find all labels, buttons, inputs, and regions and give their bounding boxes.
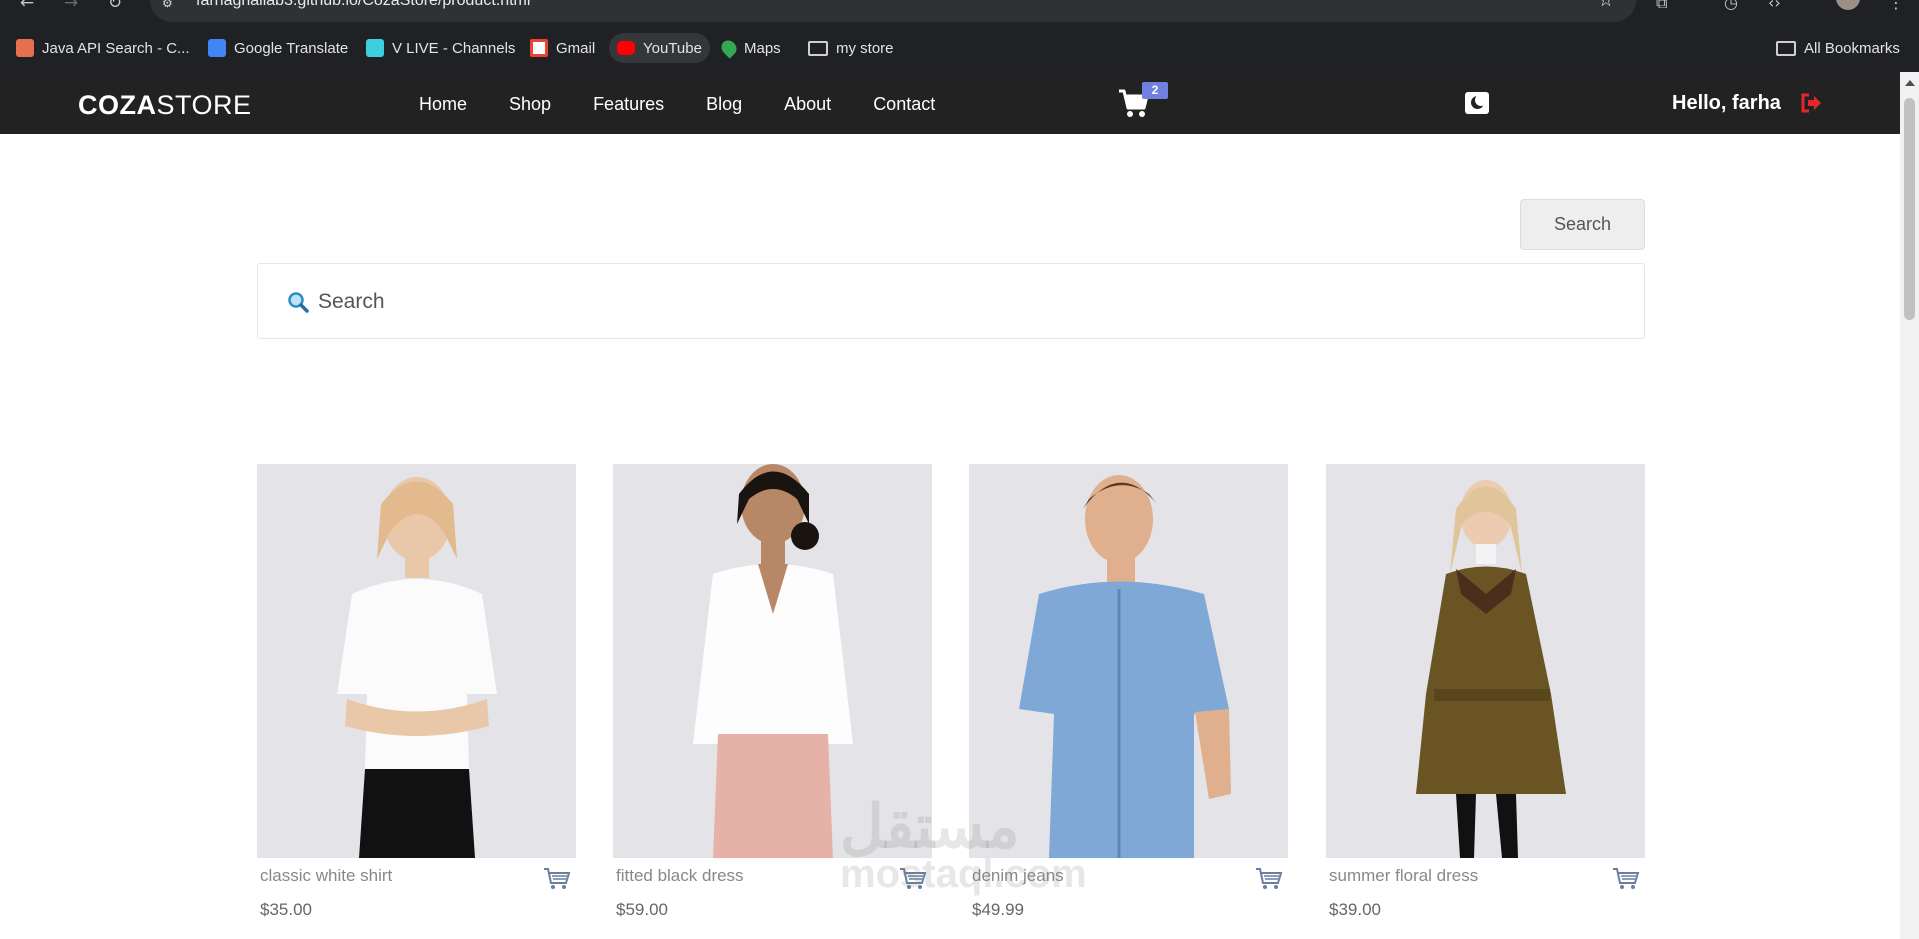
reload-icon[interactable]: ↻ <box>102 0 128 14</box>
bookmark-gmail[interactable]: Gmail <box>522 33 603 63</box>
cart-count-badge: 2 <box>1142 82 1168 99</box>
logo-rest-text: STORE <box>156 90 252 120</box>
search-input[interactable] <box>318 282 1618 322</box>
add-to-cart-icon[interactable] <box>899 867 927 891</box>
bookmark-vlive[interactable]: V LIVE - Channels <box>358 33 523 63</box>
search-icon <box>288 292 309 313</box>
scroll-up-arrow-icon[interactable] <box>1905 80 1915 86</box>
all-bookmarks[interactable]: All Bookmarks <box>1768 33 1908 63</box>
add-to-cart-icon[interactable] <box>1612 867 1640 891</box>
bookmark-maps[interactable]: Maps <box>714 33 789 63</box>
product-card[interactable]: summer floral dress $39.00 <box>1326 464 1645 919</box>
dark-mode-toggle-icon[interactable] <box>1465 92 1489 114</box>
profile-avatar[interactable] <box>1836 0 1860 10</box>
devtools-icon[interactable]: ‹› <box>1768 0 1781 11</box>
bookmark-my-store[interactable]: my store <box>800 33 902 63</box>
folder-icon <box>808 40 828 56</box>
history-icon[interactable]: ◷ <box>1724 0 1738 11</box>
product-price: $39.00 <box>1329 900 1381 919</box>
site-logo[interactable]: COZASTORE <box>78 90 252 121</box>
bookmark-label: Maps <box>744 39 781 57</box>
nav-home[interactable]: Home <box>419 94 467 115</box>
extensions-icon[interactable]: ⧉ <box>1656 0 1667 11</box>
bookmark-label: my store <box>836 39 894 57</box>
browser-toolbar: ← → ↻ ⚙ farhaghallab3.github.io/CozaStor… <box>0 0 1919 24</box>
product-photo-white-shirt <box>257 464 576 858</box>
product-price: $35.00 <box>260 900 312 919</box>
logout-icon[interactable] <box>1800 93 1822 113</box>
translate-icon <box>208 39 226 57</box>
bookmark-java-api[interactable]: Java API Search - C... <box>8 33 198 63</box>
back-arrow-icon[interactable]: ← <box>14 0 40 14</box>
folder-icon <box>1776 40 1796 56</box>
bookmarks-bar: Java API Search - C... Google Translate … <box>0 24 1919 72</box>
vlive-icon <box>366 39 384 57</box>
product-name[interactable]: summer floral dress <box>1329 866 1478 886</box>
product-card[interactable]: fitted black dress $59.00 <box>613 464 932 919</box>
nav-features[interactable]: Features <box>593 94 664 115</box>
product-price: $59.00 <box>616 900 668 919</box>
product-image[interactable] <box>613 464 932 858</box>
product-photo-coat <box>1326 464 1645 858</box>
user-greeting: Hello, farha <box>1672 92 1781 114</box>
java-icon <box>16 39 34 57</box>
bookmark-label: Java API Search - C... <box>42 39 190 57</box>
forward-arrow-icon[interactable]: → <box>58 0 84 14</box>
gmail-icon <box>530 39 548 57</box>
url-text[interactable]: farhaghallab3.github.io/CozaStore/produc… <box>196 0 530 14</box>
bookmark-label: Gmail <box>556 39 596 57</box>
product-image[interactable] <box>969 464 1288 858</box>
bookmark-google-translate[interactable]: Google Translate <box>200 33 356 63</box>
page-scrollbar[interactable] <box>1900 72 1919 939</box>
scrollbar-thumb[interactable] <box>1904 98 1915 320</box>
product-image[interactable] <box>1326 464 1645 858</box>
add-to-cart-icon[interactable] <box>1255 867 1283 891</box>
product-card[interactable]: denim jeans $49.99 <box>969 464 1288 919</box>
browser-menu-icon[interactable]: ⋮ <box>1888 0 1904 11</box>
product-price: $49.99 <box>972 900 1024 919</box>
product-photo-denim <box>969 464 1288 858</box>
logo-bold-text: COZA <box>78 90 157 120</box>
product-image[interactable] <box>257 464 576 858</box>
bookmark-star-icon[interactable]: ☆ <box>1598 0 1614 10</box>
nav-blog[interactable]: Blog <box>706 94 742 115</box>
bookmark-youtube[interactable]: YouTube <box>609 33 710 63</box>
main-nav: Home Shop Features Blog About Contact <box>419 94 977 115</box>
bookmark-label: YouTube <box>643 39 702 57</box>
add-to-cart-icon[interactable] <box>543 867 571 891</box>
all-bookmarks-label: All Bookmarks <box>1804 39 1900 57</box>
nav-about[interactable]: About <box>784 94 831 115</box>
cart-button[interactable]: 2 <box>1118 82 1168 118</box>
youtube-icon <box>617 41 635 55</box>
search-button[interactable]: Search <box>1520 199 1645 250</box>
maps-icon <box>718 37 740 59</box>
product-name[interactable]: classic white shirt <box>260 866 392 886</box>
product-card[interactable]: classic white shirt $35.00 <box>257 464 576 919</box>
site-header: COZASTORE Home Shop Features Blog About … <box>0 72 1900 134</box>
search-box <box>257 263 1645 339</box>
site-info-icon[interactable]: ⚙ <box>162 0 178 14</box>
product-name[interactable]: denim jeans <box>972 866 1064 886</box>
bookmark-label: V LIVE - Channels <box>392 39 516 57</box>
nav-shop[interactable]: Shop <box>509 94 551 115</box>
address-bar[interactable]: ⚙ farhaghallab3.github.io/CozaStore/prod… <box>150 0 1636 22</box>
product-photo-fitted-dress <box>613 464 932 858</box>
product-name[interactable]: fitted black dress <box>616 866 744 886</box>
nav-contact[interactable]: Contact <box>873 94 935 115</box>
bookmark-label: Google Translate <box>234 39 349 57</box>
